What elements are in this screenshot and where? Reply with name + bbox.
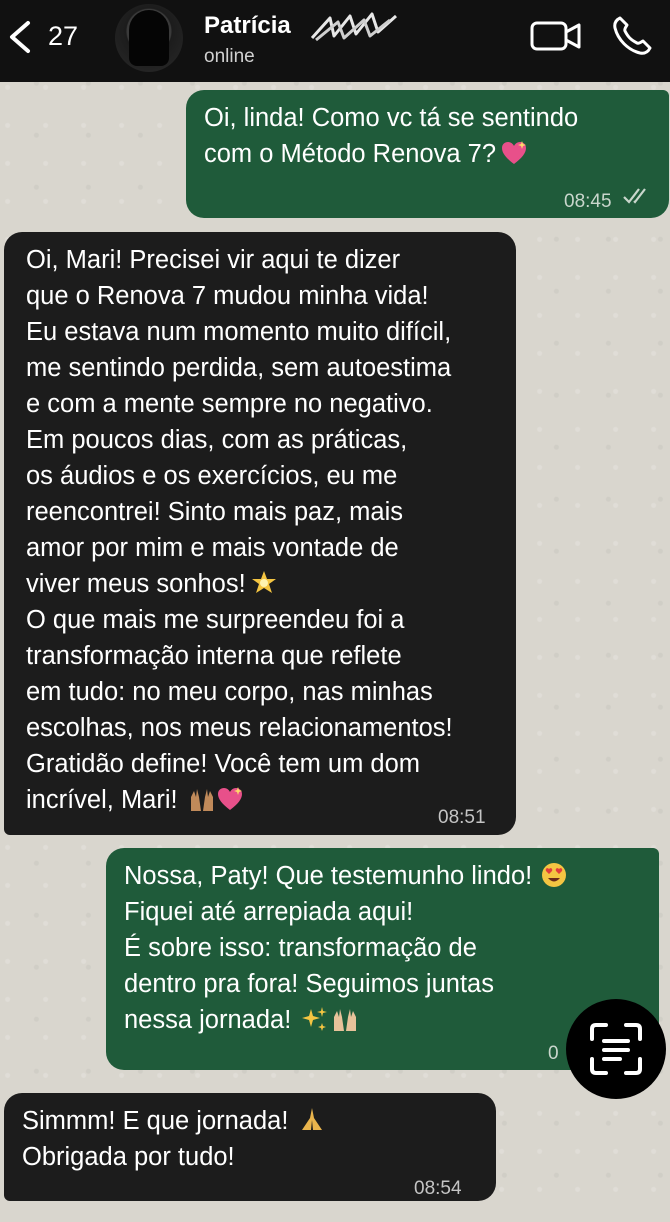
message-time: 08:51 <box>438 807 486 828</box>
raising-hands-icon <box>190 789 213 811</box>
contact-status: online <box>204 46 255 67</box>
redaction-scribble <box>310 12 397 42</box>
message-text-continued: O que mais me surpreendeu foi a transfor… <box>26 606 453 814</box>
message-text: Simmm! E que jornada! <box>22 1107 289 1135</box>
sparkles-icon <box>302 1007 328 1031</box>
sparkling-heart-icon <box>217 787 242 810</box>
double-check-icon <box>623 188 646 204</box>
chat-header: 27 Patrícia online <box>0 0 670 82</box>
unread-count: 27 <box>48 21 79 51</box>
contact-avatar[interactable] <box>115 4 183 72</box>
sparkling-heart-icon <box>502 141 527 164</box>
video-call-icon[interactable] <box>530 20 582 52</box>
incoming-message[interactable]: Simmm! E que jornada! Obrigada por tudo!… <box>4 1093 496 1201</box>
message-time-partial: 0 <box>548 1043 559 1064</box>
scan-text-icon <box>590 1023 642 1075</box>
message-text-continued: Obrigada por tudo! <box>22 1143 235 1171</box>
outgoing-message[interactable]: Oi, linda! Como vc tá se sentindo com o … <box>186 90 669 218</box>
chevron-left-icon <box>10 21 30 53</box>
incoming-message[interactable]: Oi, Mari! Precisei vir aqui te dizer que… <box>4 232 516 835</box>
message-time: 08:54 <box>414 1178 462 1199</box>
phone-icon[interactable] <box>610 14 654 58</box>
message-text: Oi, Mari! Precisei vir aqui te dizer que… <box>26 246 452 598</box>
glowing-star-icon <box>251 571 276 593</box>
message-text: Nossa, Paty! Que testemunho lindo! <box>124 862 533 890</box>
back-button[interactable]: 27 <box>4 16 84 56</box>
message-time: 08:45 <box>564 191 612 212</box>
raising-hands-icon <box>334 1009 357 1031</box>
heart-eyes-icon <box>542 863 567 887</box>
folded-hands-icon <box>302 1108 323 1130</box>
scan-text-button[interactable] <box>566 999 666 1099</box>
contact-name[interactable]: Patrícia <box>204 12 291 40</box>
